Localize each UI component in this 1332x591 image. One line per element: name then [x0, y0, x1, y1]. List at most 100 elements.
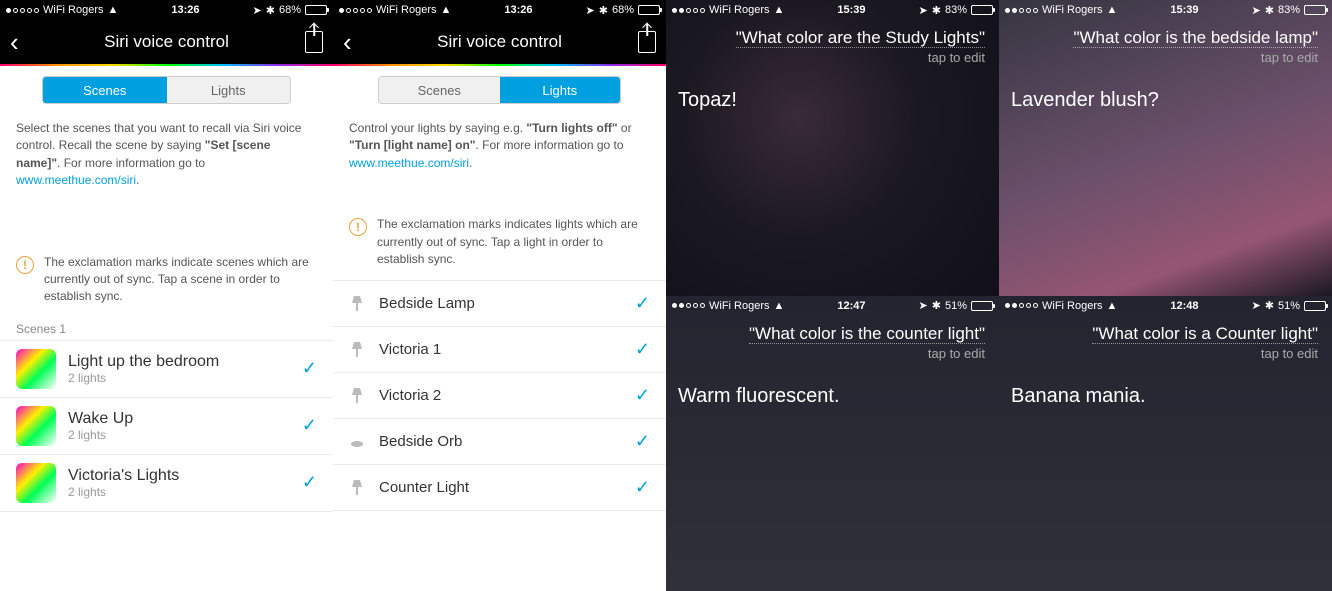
share-button[interactable] [638, 31, 656, 53]
share-button[interactable] [305, 31, 323, 53]
carrier-label: WiFi Rogers [43, 4, 104, 16]
lamp-icon [349, 342, 365, 358]
siri-column-2: WiFi Rogers ▲ 15:39 ➤ ✱ 83% "What color … [999, 0, 1332, 591]
back-button[interactable]: ‹ [10, 27, 19, 58]
check-icon: ✓ [635, 431, 650, 452]
light-name: Counter Light [379, 479, 621, 496]
battery-pct: 68% [279, 4, 301, 16]
light-list: Bedside Lamp ✓ Victoria 1 ✓ Victoria 2 ✓… [333, 280, 666, 511]
orb-icon [349, 435, 365, 449]
clock: 12:48 [1170, 300, 1198, 312]
help-link[interactable]: www.meethue.com/siri [16, 173, 136, 187]
siri-answer: Warm fluorescent. [666, 361, 999, 408]
battery-icon [1304, 301, 1326, 311]
carrier-label: WiFi Rogers [709, 4, 770, 16]
lamp-icon [349, 388, 365, 404]
light-name: Bedside Lamp [379, 295, 621, 312]
scene-name: Light up the bedroom [68, 353, 290, 371]
back-button[interactable]: ‹ [343, 27, 352, 58]
hue-panel-scenes: WiFi Rogers ▲ 13:26 ➤ ✱ 68% ‹ Siri voice… [0, 0, 333, 591]
scene-row[interactable]: Wake Up 2 lights ✓ [0, 398, 333, 455]
status-bar: WiFi Rogers ▲ 13:26 ➤ ✱ 68% [333, 0, 666, 20]
lamp-icon [349, 480, 365, 496]
status-bar: WiFi Rogers ▲ 15:39 ➤ ✱ 83% [999, 0, 1332, 20]
location-icon: ➤ [586, 4, 595, 17]
tab-lights[interactable]: Lights [500, 77, 621, 103]
signal-dots-icon [1005, 303, 1038, 308]
warning-text: The exclamation marks indicates lights w… [377, 216, 650, 268]
check-icon: ✓ [302, 358, 317, 379]
tab-scenes[interactable]: Scenes [379, 77, 500, 103]
nav-bar: ‹ Siri voice control [333, 20, 666, 64]
siri-question[interactable]: "What color is the counter light" [666, 316, 999, 344]
siri-screen: WiFi Rogers ▲ 12:48 ➤ ✱ 51% "What color … [999, 296, 1332, 591]
battery-icon [305, 5, 327, 15]
light-row[interactable]: Counter Light ✓ [333, 465, 666, 511]
status-bar: WiFi Rogers ▲ 12:47 ➤ ✱ 51% [666, 296, 999, 316]
tap-to-edit-label[interactable]: tap to edit [666, 344, 999, 361]
siri-question[interactable]: "What color is a Counter light" [999, 316, 1332, 344]
light-row[interactable]: Bedside Lamp ✓ [333, 280, 666, 327]
battery-icon [1304, 5, 1326, 15]
check-icon: ✓ [302, 415, 317, 436]
scene-swatch-icon [16, 463, 56, 503]
exclamation-icon: ! [349, 218, 367, 236]
siri-question[interactable]: "What color are the Study Lights" [666, 20, 999, 48]
warning-row: ! The exclamation marks indicates lights… [333, 202, 666, 280]
siri-question[interactable]: "What color is the bedside lamp" [999, 20, 1332, 48]
help-link[interactable]: www.meethue.com/siri [349, 156, 469, 170]
location-icon: ➤ [1252, 4, 1261, 17]
bluetooth-icon: ✱ [932, 4, 941, 17]
bluetooth-icon: ✱ [1265, 299, 1274, 312]
scene-list: Light up the bedroom 2 lights ✓ Wake Up … [0, 340, 333, 512]
wifi-icon: ▲ [1107, 4, 1118, 16]
clock: 13:26 [504, 4, 532, 16]
light-name: Bedside Orb [379, 433, 621, 450]
scene-row[interactable]: Light up the bedroom 2 lights ✓ [0, 340, 333, 398]
carrier-label: WiFi Rogers [376, 4, 437, 16]
scene-subtitle: 2 lights [68, 428, 290, 442]
status-bar: WiFi Rogers ▲ 15:39 ➤ ✱ 83% [666, 0, 999, 20]
intro-text: Select the scenes that you want to recal… [0, 114, 333, 190]
wifi-icon: ▲ [774, 300, 785, 312]
carrier-label: WiFi Rogers [1042, 4, 1103, 16]
siri-answer: Topaz! [666, 65, 999, 112]
exclamation-icon: ! [16, 256, 34, 274]
battery-icon [971, 5, 993, 15]
siri-screen: WiFi Rogers ▲ 15:39 ➤ ✱ 83% "What color … [666, 0, 999, 296]
light-row[interactable]: Bedside Orb ✓ [333, 419, 666, 465]
light-row[interactable]: Victoria 1 ✓ [333, 327, 666, 373]
siri-screen: WiFi Rogers ▲ 15:39 ➤ ✱ 83% "What color … [999, 0, 1332, 296]
wifi-icon: ▲ [774, 4, 785, 16]
scene-swatch-icon [16, 406, 56, 446]
status-bar: WiFi Rogers ▲ 13:26 ➤ ✱ 68% [0, 0, 333, 20]
bluetooth-icon: ✱ [1265, 4, 1274, 17]
signal-dots-icon [672, 303, 705, 308]
bluetooth-icon: ✱ [599, 4, 608, 17]
tap-to-edit-label[interactable]: tap to edit [999, 48, 1332, 65]
check-icon: ✓ [302, 472, 317, 493]
signal-dots-icon [339, 8, 372, 13]
light-row[interactable]: Victoria 2 ✓ [333, 373, 666, 419]
siri-screen: WiFi Rogers ▲ 12:47 ➤ ✱ 51% "What color … [666, 296, 999, 591]
tap-to-edit-label[interactable]: tap to edit [999, 344, 1332, 361]
clock: 15:39 [837, 4, 865, 16]
siri-column-1: WiFi Rogers ▲ 15:39 ➤ ✱ 83% "What color … [666, 0, 999, 591]
scene-name: Wake Up [68, 410, 290, 428]
battery-pct: 51% [1278, 300, 1300, 312]
tab-scenes[interactable]: Scenes [43, 77, 167, 103]
clock: 13:26 [171, 4, 199, 16]
warning-row: ! The exclamation marks indicate scenes … [0, 240, 333, 318]
tap-to-edit-label[interactable]: tap to edit [666, 48, 999, 65]
wifi-icon: ▲ [441, 4, 452, 16]
signal-dots-icon [1005, 8, 1038, 13]
section-header: Scenes 1 [0, 318, 333, 340]
page-title: Siri voice control [333, 32, 666, 52]
wifi-icon: ▲ [1107, 300, 1118, 312]
signal-dots-icon [6, 8, 39, 13]
battery-pct: 68% [612, 4, 634, 16]
tab-lights[interactable]: Lights [167, 77, 291, 103]
scene-row[interactable]: Victoria's Lights 2 lights ✓ [0, 455, 333, 512]
battery-pct: 83% [1278, 4, 1300, 16]
scene-swatch-icon [16, 349, 56, 389]
